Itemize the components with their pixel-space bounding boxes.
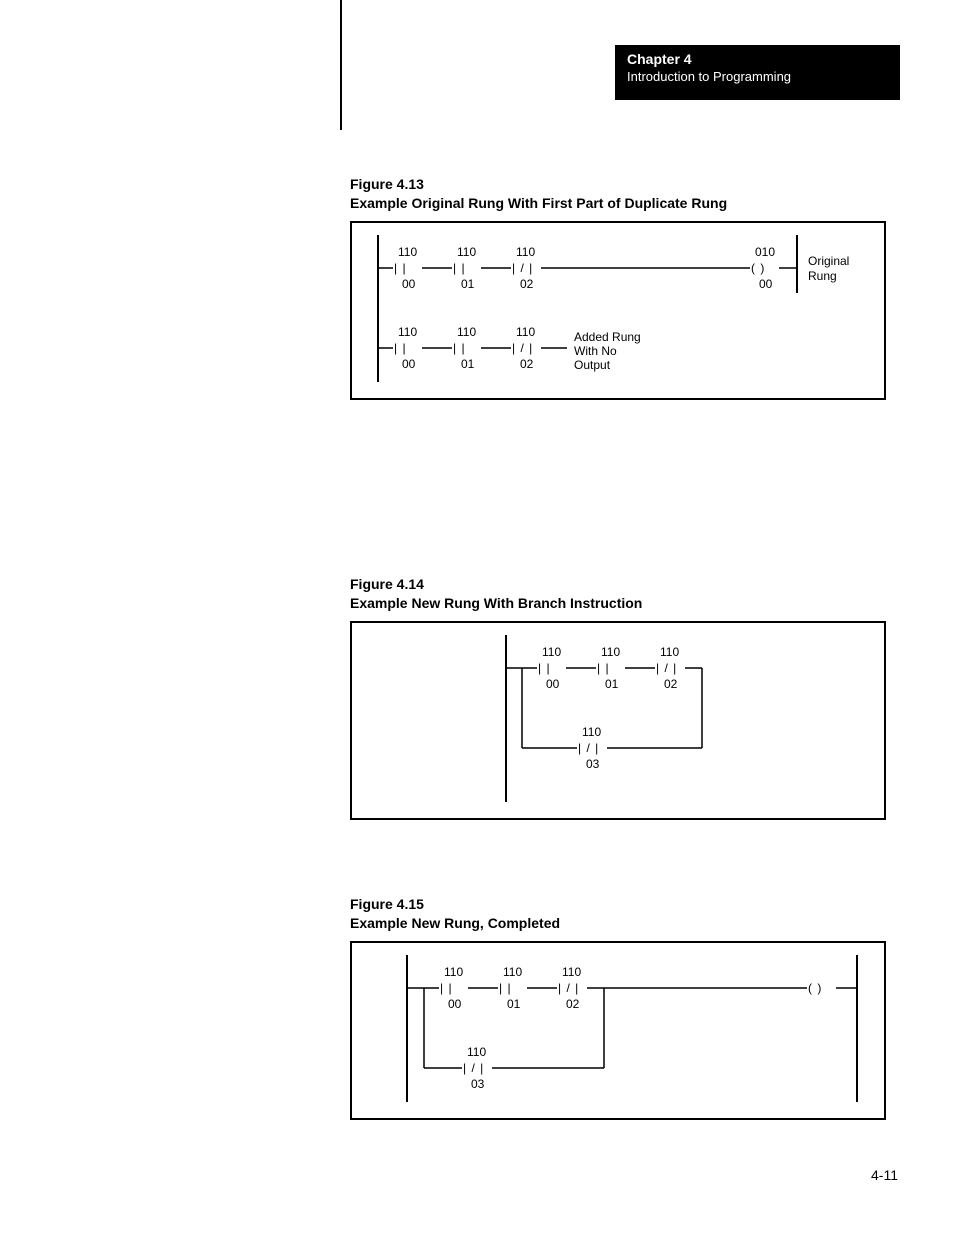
svg-text:01: 01	[461, 357, 475, 371]
svg-text:110: 110	[503, 965, 522, 979]
svg-text:010: 010	[755, 245, 775, 259]
svg-text:110: 110	[542, 645, 561, 659]
svg-text:01: 01	[605, 677, 619, 691]
svg-text:110: 110	[467, 1045, 486, 1059]
svg-text:00: 00	[402, 357, 416, 371]
svg-text:| / |: | / |	[558, 981, 579, 995]
svg-text:00: 00	[759, 277, 773, 291]
figure-4-13: Figure 4.13 Example Original Rung With F…	[350, 175, 886, 400]
svg-text:02: 02	[664, 677, 678, 691]
svg-text:( ): ( )	[808, 981, 822, 995]
svg-text:| / |: | / |	[512, 341, 533, 355]
ladder-diagram: | | 110 00 | | 110 01 | / | 110 02 | / |…	[352, 623, 884, 814]
svg-text:110: 110	[516, 245, 535, 259]
chapter-label: Chapter 4	[627, 51, 888, 67]
svg-text:| / |: | / |	[463, 1061, 484, 1075]
svg-text:110: 110	[398, 325, 417, 339]
ladder-diagram: | | 110 00 | | 110 01 | / | 110 02 ( ) 0…	[352, 223, 884, 394]
svg-text:00: 00	[448, 997, 462, 1011]
svg-text:00: 00	[546, 677, 560, 691]
svg-text:Rung: Rung	[808, 269, 837, 283]
figure-number: Figure 4.15	[350, 896, 424, 912]
svg-text:Output: Output	[574, 358, 611, 372]
svg-text:110: 110	[457, 325, 476, 339]
svg-text:| / |: | / |	[656, 661, 677, 675]
svg-text:110: 110	[562, 965, 581, 979]
svg-text:02: 02	[566, 997, 580, 1011]
svg-text:00: 00	[402, 277, 416, 291]
figure-4-15: Figure 4.15 Example New Rung, Completed …	[350, 895, 886, 1120]
svg-text:110: 110	[398, 245, 417, 259]
svg-text:| |: | |	[453, 261, 466, 275]
svg-text:| |: | |	[499, 981, 512, 995]
svg-text:Original: Original	[808, 254, 849, 268]
svg-text:| |: | |	[440, 981, 453, 995]
svg-text:110: 110	[660, 645, 679, 659]
figure-number: Figure 4.13	[350, 176, 424, 192]
svg-text:110: 110	[601, 645, 620, 659]
svg-text:110: 110	[582, 725, 601, 739]
svg-text:With No: With No	[574, 344, 617, 358]
svg-text:| |: | |	[453, 341, 466, 355]
figure-box: | | 110 00 | | 110 01 | / | 110 02 | / |…	[350, 621, 886, 820]
svg-text:01: 01	[461, 277, 475, 291]
svg-text:| / |: | / |	[512, 261, 533, 275]
figure-box: | | 110 00 | | 110 01 | / | 110 02 ( ) |…	[350, 941, 886, 1120]
svg-text:Added Rung: Added Rung	[574, 330, 641, 344]
svg-text:02: 02	[520, 357, 534, 371]
svg-text:| |: | |	[394, 261, 407, 275]
svg-text:110: 110	[444, 965, 463, 979]
svg-text:( ): ( )	[751, 261, 765, 275]
svg-text:| |: | |	[394, 341, 407, 355]
svg-text:03: 03	[471, 1077, 485, 1091]
page-number: 4-11	[871, 1167, 898, 1183]
svg-text:| / |: | / |	[578, 741, 599, 755]
svg-text:02: 02	[520, 277, 534, 291]
figure-caption: Example Original Rung With First Part of…	[350, 195, 727, 211]
svg-text:110: 110	[457, 245, 476, 259]
svg-text:03: 03	[586, 757, 600, 771]
chapter-title: Introduction to Programming	[627, 69, 888, 84]
chapter-header: Chapter 4 Introduction to Programming	[615, 45, 900, 100]
svg-text:| |: | |	[538, 661, 551, 675]
figure-caption: Example New Rung With Branch Instruction	[350, 595, 642, 611]
svg-text:| |: | |	[597, 661, 610, 675]
figure-box: | | 110 00 | | 110 01 | / | 110 02 ( ) 0…	[350, 221, 886, 400]
svg-text:110: 110	[516, 325, 535, 339]
gutter-rule	[340, 0, 342, 130]
figure-caption: Example New Rung, Completed	[350, 915, 560, 931]
figure-number: Figure 4.14	[350, 576, 424, 592]
svg-text:01: 01	[507, 997, 521, 1011]
figure-4-14: Figure 4.14 Example New Rung With Branch…	[350, 575, 886, 820]
ladder-diagram: | | 110 00 | | 110 01 | / | 110 02 ( ) |…	[352, 943, 884, 1114]
